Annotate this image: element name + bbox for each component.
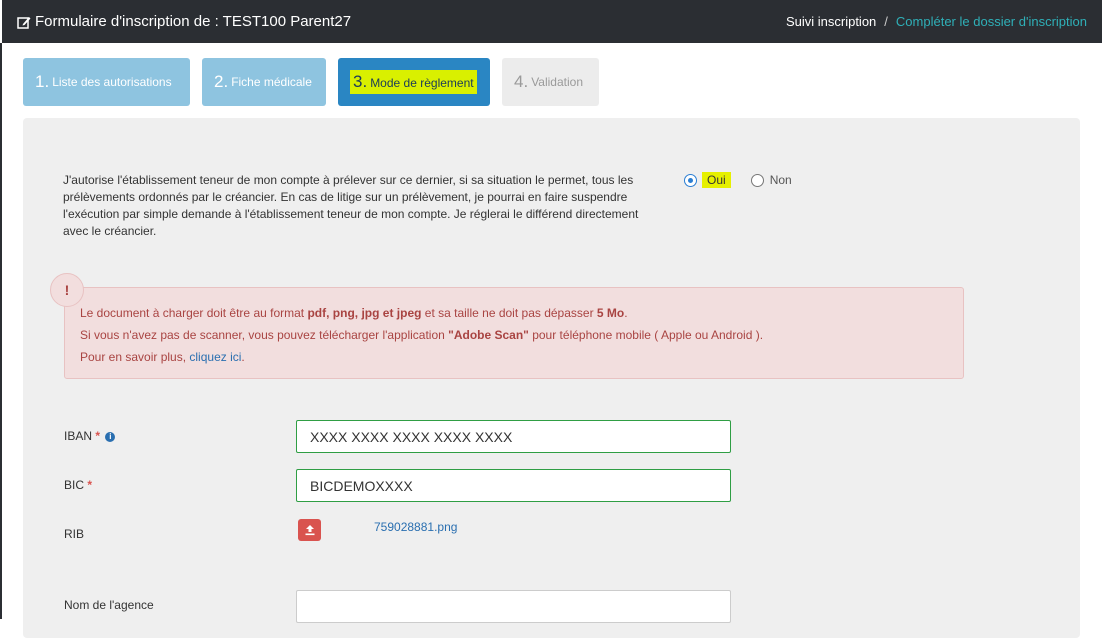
alert-app-name: "Adobe Scan": [448, 328, 529, 342]
alert-line-scanner: Si vous n'avez pas de scanner, vous pouv…: [80, 324, 948, 346]
upload-button[interactable]: [298, 519, 321, 541]
alert-text: Pour en savoir plus,: [80, 350, 190, 364]
required-marker: *: [87, 478, 93, 492]
step-number: 4.: [514, 72, 529, 91]
iban-label: IBAN * i: [64, 429, 116, 443]
left-border: [0, 43, 2, 619]
top-bar: Formulaire d'inscription de : TEST100 Pa…: [2, 0, 1102, 43]
page-title-text: Formulaire d'inscription de : TEST100 Pa…: [35, 13, 352, 30]
exclamation-icon: !: [50, 273, 84, 307]
upload-icon: [305, 525, 314, 536]
bic-input[interactable]: BICDEMOXXXX: [296, 469, 731, 502]
page-title: Formulaire d'inscription de : TEST100 Pa…: [17, 13, 351, 30]
radio-oui[interactable]: [684, 173, 697, 187]
step-highlight: 3. Mode de règlement: [350, 70, 477, 94]
alert-text: et sa taille ne doit pas dépasser: [421, 306, 597, 320]
step-number: 2.: [214, 72, 229, 91]
nom-agence-label: Nom de l'agence: [64, 598, 154, 612]
step-tabs: 1. Liste des autorisations 2. Fiche médi…: [23, 58, 599, 106]
step-label: Liste des autorisations: [52, 75, 172, 89]
alert-text: .: [624, 306, 628, 320]
iban-input[interactable]: XXXX XXXX XXXX XXXX XXXX: [296, 420, 731, 453]
alert-line-format: Le document à charger doit être au forma…: [80, 302, 948, 324]
alert-text: .: [241, 350, 245, 364]
required-marker: *: [95, 429, 101, 443]
step-liste-autorisations[interactable]: 1. Liste des autorisations: [23, 58, 190, 106]
alert-text: Si vous n'avez pas de scanner, vous pouv…: [80, 328, 449, 342]
alert-line-more: Pour en savoir plus, cliquez ici.: [80, 346, 948, 368]
nom-agence-input[interactable]: [296, 590, 731, 623]
alert-formats: pdf, png, jpg et jpeg: [307, 306, 422, 320]
rib-label: RIB: [64, 527, 85, 541]
breadcrumb-separator: /: [884, 14, 888, 29]
cliquez-ici-link[interactable]: cliquez ici: [189, 350, 241, 364]
bic-label: BIC *: [64, 478, 92, 492]
upload-alert: Le document à charger doit être au forma…: [64, 287, 964, 379]
step-validation: 4. Validation: [502, 58, 599, 106]
step-label: Mode de règlement: [370, 76, 474, 90]
step-label: Fiche médicale: [231, 75, 312, 89]
breadcrumb-suivi-inscription[interactable]: Suivi inscription: [786, 14, 876, 29]
bic-label-text: BIC: [64, 478, 85, 492]
alert-text: Le document à charger doit être au forma…: [80, 306, 308, 320]
authorization-radio-group: Oui Non: [684, 172, 792, 188]
rib-file-link[interactable]: 759028881.png: [374, 520, 457, 534]
radio-non-label[interactable]: Non: [770, 173, 792, 187]
step-number: 3.: [353, 72, 368, 91]
alert-text: pour téléphone mobile ( Apple ou Android…: [528, 328, 764, 342]
alert-max-size: 5 Mo: [596, 306, 625, 320]
step-mode-reglement[interactable]: 3. Mode de règlement: [338, 58, 490, 106]
step-number: 1.: [35, 72, 50, 91]
radio-oui-label[interactable]: Oui: [702, 172, 731, 188]
info-icon[interactable]: i: [105, 431, 116, 442]
breadcrumb: Suivi inscription / Compléter le dossier…: [786, 14, 1087, 29]
radio-non[interactable]: [750, 173, 764, 187]
edit-icon: [17, 15, 31, 29]
authorization-text: J'autorise l'établissement teneur de mon…: [63, 173, 639, 238]
step-fiche-medicale[interactable]: 2. Fiche médicale: [202, 58, 326, 106]
step-label: Validation: [531, 75, 584, 89]
breadcrumb-completer-dossier[interactable]: Compléter le dossier d'inscription: [896, 14, 1087, 29]
iban-label-text: IBAN: [64, 429, 93, 443]
